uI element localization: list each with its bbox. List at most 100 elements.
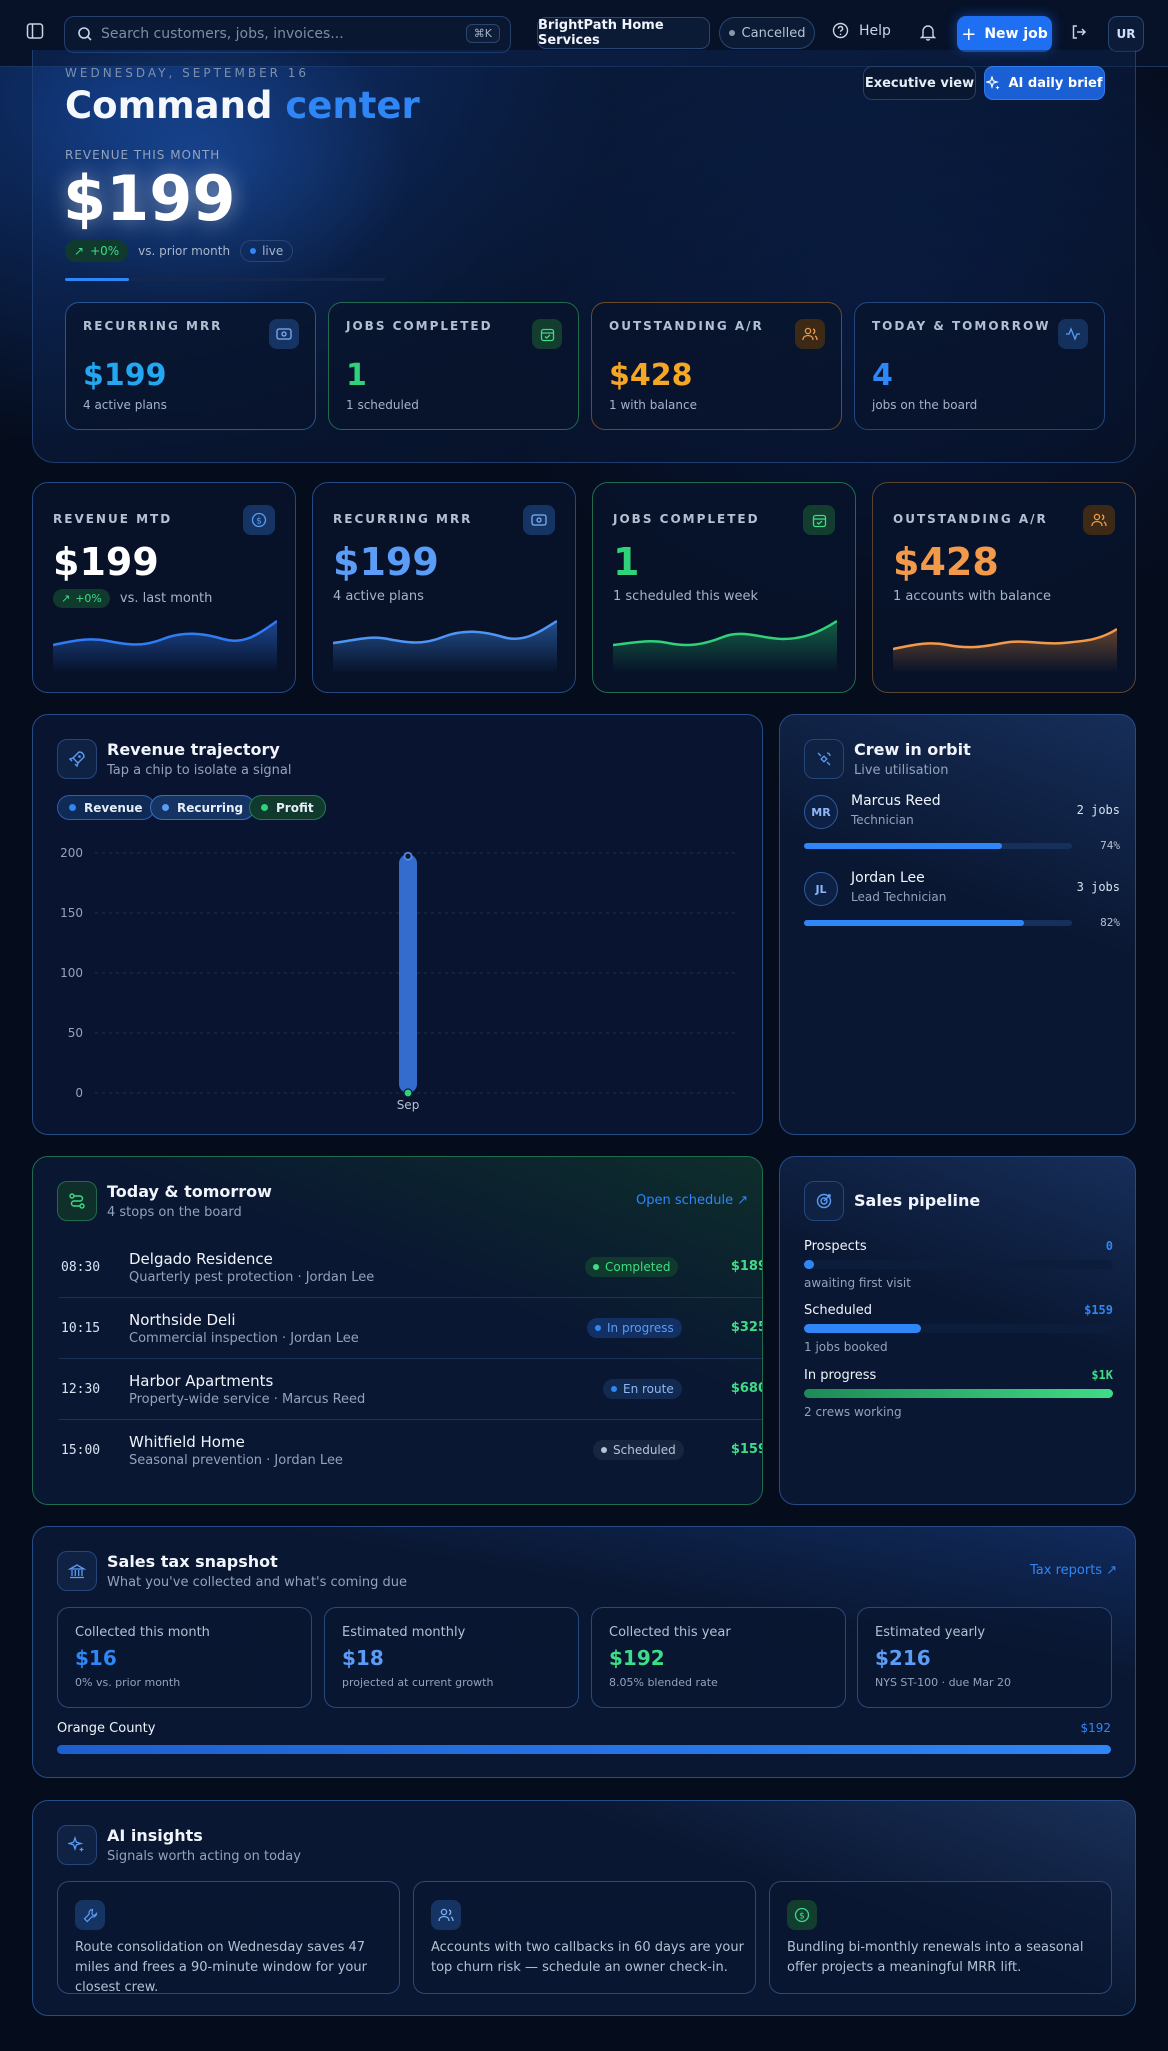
crew-name: Jordan Lee (851, 870, 925, 886)
county-bar (57, 1745, 1111, 1754)
new-job-button[interactable]: + New job (957, 16, 1052, 52)
recurring-sparkline (333, 619, 557, 673)
command-center-hero: WEDNESDAY, SEPTEMBER 16 Command center R… (32, 50, 1136, 463)
utilisation-percent: 74% (1100, 839, 1120, 852)
y-tick-label: 0 (75, 1086, 83, 1100)
route-icon (57, 1181, 97, 1221)
status-dot (728, 30, 735, 36)
trend-up-icon: ↗ (74, 244, 85, 258)
bank-icon (57, 1551, 97, 1591)
status-badge: Completed (585, 1257, 679, 1277)
kpi-card-jobs-completed[interactable]: JOBS COMPLETED 1 1 scheduled (328, 302, 579, 430)
logout-icon[interactable] (1070, 23, 1088, 45)
crew-title: Crew in orbit (854, 740, 971, 759)
svg-text:$: $ (799, 1912, 805, 1922)
chip-recurring[interactable]: Recurring (150, 795, 256, 820)
tax-card-estimated-monthly: Estimated monthly $18 projected at current… (324, 1607, 579, 1708)
panel-subtitle: Tap a chip to isolate a signal (107, 763, 292, 778)
list-item[interactable]: 12:30 Harbor Apartments Property-wide se… (59, 1359, 762, 1420)
rocket-icon (57, 739, 97, 779)
today-tomorrow-panel: Today & tomorrow 4 stops on the board Op… (32, 1156, 763, 1505)
search-icon (77, 26, 93, 46)
ai-daily-brief-button[interactable]: AI daily brief (984, 66, 1105, 100)
pipeline-title: Sales pipeline (854, 1191, 981, 1210)
svg-text:$: $ (256, 517, 262, 527)
wrench-icon (75, 1900, 105, 1930)
status-badge[interactable]: Cancelled (719, 17, 815, 49)
chip-revenue[interactable]: Revenue (57, 795, 155, 820)
sparkle-icon (57, 1825, 97, 1865)
county-label: Orange County (57, 1721, 156, 1736)
metric-card-outstanding-ar[interactable]: OUTSTANDING A/R $428 1 accounts with bal… (872, 482, 1136, 693)
y-tick-label: 50 (68, 1026, 83, 1040)
tax-card-collected-month: Collected this month $16 0% vs. prior mont… (57, 1607, 312, 1708)
revenue-value: $199 (63, 162, 236, 235)
insight-card[interactable]: $ Bundling bi-monthly renewals into a se… (769, 1881, 1112, 1994)
status-badge: Scheduled (593, 1440, 684, 1460)
insight-card[interactable]: Route consolidation on Wednesday saves 4… (57, 1881, 400, 1995)
status-badge: En route (603, 1379, 682, 1399)
change-text: vs. prior month (138, 244, 231, 258)
revenue-trajectory-chart: 0 50 100 150 200 Sep (60, 846, 735, 1112)
activity-icon (1058, 319, 1088, 349)
page-title: Command center (65, 84, 420, 127)
x-tick-label: Sep (397, 1098, 420, 1112)
tax-card-collected-year: Collected this year $192 8.05% blended rat… (591, 1607, 846, 1708)
change-badge: ↗ +0% (65, 240, 129, 262)
user-avatar[interactable]: UR (1108, 16, 1144, 52)
revenue-change: ↗ +0% vs. prior month live (65, 240, 294, 262)
bar-revenue (399, 854, 417, 1093)
insight-card[interactable]: Accounts with two callbacks in 60 days a… (413, 1881, 756, 1994)
help-label: Help (859, 22, 891, 39)
sidebar-toggle-icon[interactable] (26, 22, 52, 46)
tax-reports-link[interactable]: Tax reports ↗ (1030, 1563, 1117, 1578)
chip-profit[interactable]: Profit (249, 795, 326, 820)
calendar-check-icon (532, 319, 562, 349)
crew-panel: Crew in orbit Live utilisation MR Marcus… (779, 714, 1136, 1135)
calendar-check-icon (803, 505, 835, 535)
list-item[interactable]: 08:30 Delgado Residence Quarterly pest p… (59, 1237, 762, 1298)
avatar: JL (804, 872, 838, 906)
open-schedule-link[interactable]: Open schedule ↗ (636, 1193, 748, 1208)
avatar: MR (804, 795, 838, 829)
users-icon (795, 319, 825, 349)
revenue-sparkline (53, 619, 277, 673)
list-item[interactable]: 15:00 Whitfield Home Seasonal prevention… (59, 1420, 762, 1481)
revenue-trajectory-panel: Revenue trajectory Tap a chip to isolate… (32, 714, 763, 1135)
kpi-card-outstanding-ar[interactable]: OUTSTANDING A/R $428 1 with balance (591, 302, 842, 430)
users-icon (431, 1900, 461, 1930)
kpi-card-recurring-mrr[interactable]: RECURRING MRR $199 4 active plans (65, 302, 316, 430)
help-button[interactable]: Help (832, 22, 891, 39)
sparkle-icon (986, 75, 1001, 90)
county-value: $192 (1080, 1721, 1111, 1735)
search-bar[interactable]: Search customers, jobs, invoices... ⌘K (64, 16, 511, 53)
bell-icon[interactable] (919, 23, 937, 45)
target-icon (804, 1181, 844, 1221)
utilisation-bar (804, 843, 1072, 849)
kpi-card-today-tomorrow[interactable]: TODAY & TOMORROW 4 jobs on the board (854, 302, 1105, 430)
revenue-progress (65, 278, 385, 281)
tax-card-estimated-yearly: Estimated yearly $216 NYS ST-100 · due Mar… (857, 1607, 1112, 1708)
search-shortcut-badge: ⌘K (465, 24, 500, 43)
metric-card-jobs-completed[interactable]: JOBS COMPLETED 1 1 scheduled this week (592, 482, 856, 693)
sales-tax-panel: Sales tax snapshot What you've collected… (32, 1526, 1136, 1778)
metric-card-recurring-mrr[interactable]: RECURRING MRR $199 4 active plans (312, 482, 576, 693)
tenant-selector[interactable]: BrightPath Home Services (537, 17, 710, 49)
panel-title: Revenue trajectory (107, 740, 280, 759)
money-icon (269, 319, 299, 349)
ai-insights-panel: AI insights Signals worth acting on toda… (32, 1800, 1136, 2016)
status-label: Cancelled (741, 25, 806, 41)
insights-title: AI insights (107, 1826, 203, 1845)
crew-name: Marcus Reed (851, 793, 941, 809)
tax-title: Sales tax snapshot (107, 1552, 278, 1571)
executive-view-button[interactable]: Executive view (863, 66, 976, 100)
crew-role: Technician (851, 813, 914, 827)
plus-icon: + (961, 23, 977, 45)
today-subtitle: 4 stops on the board (107, 1205, 242, 1220)
list-item[interactable]: 10:15 Northside Deli Commercial inspecti… (59, 1298, 762, 1359)
metric-card-revenue-mtd[interactable]: REVENUE MTD $199 ↗ +0% vs. last month $ (32, 482, 296, 693)
point-profit (403, 1088, 413, 1098)
dollar-icon: $ (787, 1900, 817, 1930)
live-chip: live (240, 240, 294, 262)
revenue-label: REVENUE THIS MONTH (65, 148, 221, 162)
